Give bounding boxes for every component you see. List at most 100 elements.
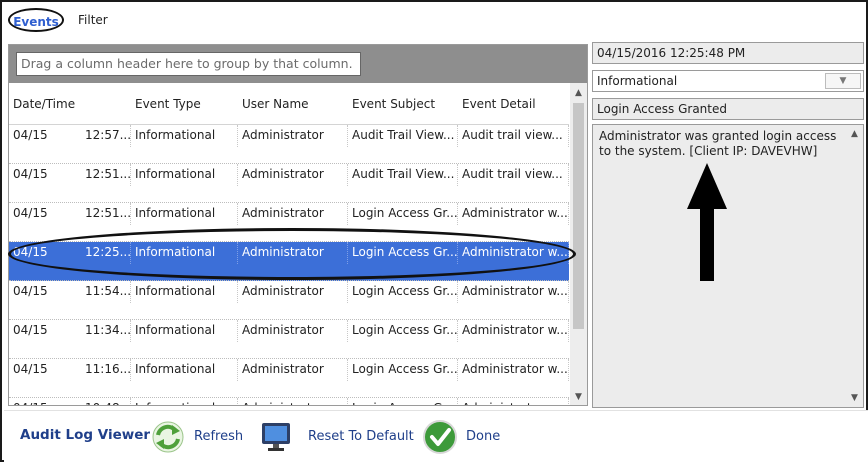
cell-event-subject: Login Access Gr... bbox=[348, 281, 458, 303]
app-title: Audit Log Viewer bbox=[20, 427, 151, 443]
cell-event-detail: Audit trail view... bbox=[458, 164, 569, 186]
cell-time: 12:51... bbox=[85, 206, 131, 220]
grid-vertical-scrollbar[interactable]: ▲ ▼ bbox=[570, 83, 587, 405]
chevron-down-icon[interactable]: ▼ bbox=[846, 390, 863, 406]
column-header-event-detail[interactable]: Event Detail bbox=[458, 83, 569, 125]
cell-time: 10:48... bbox=[85, 398, 130, 405]
column-header-event-subject[interactable]: Event Subject bbox=[348, 83, 458, 125]
chevron-up-icon[interactable]: ▲ bbox=[846, 126, 863, 142]
cell-date: 04/15 bbox=[13, 245, 48, 259]
events-grid: Drag a column header here to group by th… bbox=[8, 44, 588, 406]
cell-time: 11:54... bbox=[85, 284, 131, 298]
arrow-up-annotation-icon bbox=[687, 163, 727, 281]
cell-date: 04/15 bbox=[13, 284, 48, 298]
table-row[interactable]: 04/15 11:54... Informational Administrator L… bbox=[9, 281, 569, 320]
column-header-date-time[interactable]: Date/Time bbox=[9, 83, 131, 125]
tab-events[interactable]: Events bbox=[8, 8, 64, 32]
cell-user-name: Administrator bbox=[238, 359, 348, 381]
cell-date: 04/15 bbox=[13, 206, 48, 220]
cell-time: 12:51... bbox=[85, 167, 131, 181]
cell-date-time: 04/15 12:51... bbox=[9, 164, 131, 186]
grid-header: Date/Time Event Type User Name Event Sub… bbox=[9, 83, 569, 125]
cell-date-time: 04/15 11:16... bbox=[9, 359, 131, 381]
cell-date: 04/15 bbox=[13, 128, 48, 142]
reset-to-default-button[interactable]: Reset To Default bbox=[258, 419, 418, 455]
cell-event-subject: Audit Trail View... bbox=[348, 125, 458, 147]
cell-user-name: Administrator bbox=[238, 281, 348, 303]
cell-event-subject: Audit Trail View... bbox=[348, 164, 458, 186]
column-header-event-type[interactable]: Event Type bbox=[131, 83, 238, 125]
table-row[interactable]: 04/15 12:57... Informational Administrator A… bbox=[9, 125, 569, 164]
cell-date-time: 04/15 11:54... bbox=[9, 281, 131, 303]
cell-event-detail: Administrator w... bbox=[458, 281, 569, 303]
cell-event-type: Informational bbox=[131, 398, 238, 405]
cell-event-detail: Administrator w... bbox=[458, 320, 569, 342]
table-row[interactable]: 04/15 10:48...InformationalAdministratorL… bbox=[9, 398, 569, 405]
cell-date: 04/15 bbox=[13, 167, 48, 181]
audit-log-window: Events Filter Drag a column header here … bbox=[0, 0, 868, 462]
reset-to-default-label: Reset To Default bbox=[308, 429, 414, 444]
table-row[interactable]: 04/15 12:25... Informational Administrator L… bbox=[9, 242, 569, 281]
table-row[interactable]: 04/15 11:34... Informational Administrator L… bbox=[9, 320, 569, 359]
monitor-icon bbox=[262, 423, 290, 451]
grid-rows: 04/15 12:57... Informational Administrator A… bbox=[9, 125, 569, 405]
done-label: Done bbox=[466, 429, 501, 444]
cell-date-time: 04/15 11:34... bbox=[9, 320, 131, 342]
event-subject-field: Login Access Granted bbox=[592, 98, 864, 120]
cell-event-detail: Administrator w... bbox=[458, 203, 569, 225]
cell-date: 04/15 bbox=[13, 323, 48, 337]
cell-event-detail: Audit trail view... bbox=[458, 125, 569, 147]
cell-date-time: 04/15 12:25... bbox=[9, 242, 131, 264]
cell-time: 11:16... bbox=[85, 362, 131, 376]
tab-filter[interactable]: Filter bbox=[78, 8, 108, 32]
cell-event-type: Informational bbox=[131, 125, 238, 147]
cell-user-name: Administrator bbox=[238, 398, 348, 405]
cell-event-type: Informational bbox=[131, 320, 238, 342]
cell-event-detail: Administrator w... bbox=[458, 398, 569, 405]
cell-date-time: 04/15 12:57... bbox=[9, 125, 131, 147]
scrollbar-thumb[interactable] bbox=[573, 103, 584, 329]
cell-event-detail: Administrator w... bbox=[458, 242, 569, 264]
group-by-hint: Drag a column header here to group by th… bbox=[16, 52, 361, 76]
cell-user-name: Administrator bbox=[238, 164, 348, 186]
cell-date: 04/15 bbox=[13, 362, 48, 376]
refresh-button[interactable]: Refresh bbox=[150, 419, 254, 455]
cell-date-time: 04/15 12:51... bbox=[9, 203, 131, 225]
refresh-icon bbox=[152, 421, 184, 453]
chevron-down-icon[interactable]: ▼ bbox=[570, 389, 587, 405]
cell-date-time: 04/15 10:48... bbox=[9, 398, 131, 405]
refresh-label: Refresh bbox=[194, 429, 244, 444]
event-type-value: Informational bbox=[597, 74, 678, 88]
chevron-up-icon[interactable]: ▲ bbox=[570, 85, 587, 101]
group-by-area[interactable]: Drag a column header here to group by th… bbox=[9, 45, 587, 83]
cell-user-name: Administrator bbox=[238, 203, 348, 225]
description-scrollbar[interactable]: ▲ ▼ bbox=[846, 126, 862, 406]
cell-time: 11:34... bbox=[85, 323, 131, 337]
cell-event-type: Informational bbox=[131, 242, 238, 264]
done-button[interactable]: Done bbox=[422, 419, 512, 455]
cell-event-subject: Login Access Gr... bbox=[348, 359, 458, 381]
cell-event-type: Informational bbox=[131, 203, 238, 225]
cell-event-type: Informational bbox=[131, 281, 238, 303]
checkmark-icon bbox=[423, 420, 457, 454]
event-timestamp-field: 04/15/2016 12:25:48 PM bbox=[592, 42, 864, 64]
cell-time: 12:57... bbox=[85, 128, 131, 142]
cell-event-subject: Login Access Gr... bbox=[348, 320, 458, 342]
event-detail-pane: 04/15/2016 12:25:48 PM Informational ▼ L… bbox=[592, 42, 864, 408]
cell-event-type: Informational bbox=[131, 164, 238, 186]
event-description-box[interactable]: Administrator was granted login access t… bbox=[592, 124, 864, 408]
event-type-dropdown[interactable]: Informational ▼ bbox=[592, 70, 864, 92]
cell-user-name: Administrator bbox=[238, 125, 348, 147]
column-header-user-name[interactable]: User Name bbox=[238, 83, 348, 125]
cell-user-name: Administrator bbox=[238, 320, 348, 342]
cell-time: 12:25... bbox=[85, 245, 131, 259]
cell-event-subject: Login Access Gr... bbox=[348, 398, 458, 405]
table-row[interactable]: 04/15 12:51... Informational Administrator A… bbox=[9, 164, 569, 203]
bottom-toolbar: Audit Log Viewer Refresh Reset To Defaul… bbox=[4, 410, 868, 462]
chevron-down-icon[interactable]: ▼ bbox=[825, 73, 861, 89]
table-row[interactable]: 04/15 12:51... Informational Administrator L… bbox=[9, 203, 569, 242]
cell-event-type: Informational bbox=[131, 359, 238, 381]
cell-event-subject: Login Access Gr... bbox=[348, 242, 458, 264]
table-row[interactable]: 04/15 11:16... Informational Administrator L… bbox=[9, 359, 569, 398]
event-description-text: Administrator was granted login access t… bbox=[599, 129, 837, 158]
